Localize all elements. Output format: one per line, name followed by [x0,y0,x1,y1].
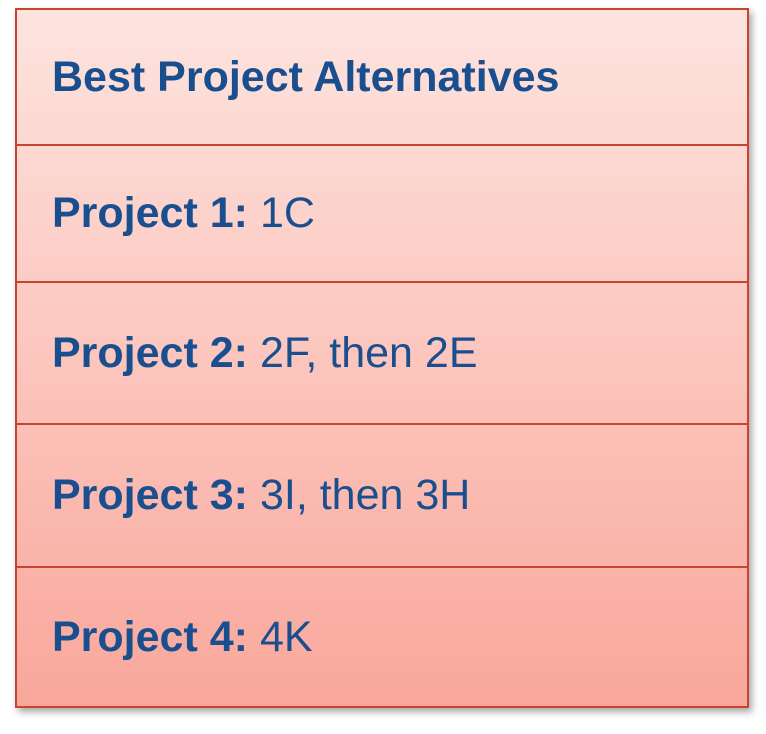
row-label: Project 3: [52,471,248,519]
row-value: 2F, then 2E [259,328,478,377]
table-header: Best Project Alternatives [52,52,560,101]
row-value: 3I, then 3H [259,471,471,519]
alternatives-table: Best Project Alternatives Project 1: 1C … [15,8,749,708]
table-row: Project 3: 3I, then 3H [17,423,747,566]
table-row: Project 4: 4K [17,566,747,706]
table-row: Project 2: 2F, then 2E [17,281,747,423]
row-label: Project 1: [52,189,248,237]
row-value: 4K [259,612,313,661]
row-label: Project 2: [52,328,248,377]
row-label: Project 4: [52,612,248,661]
table-row: Project 1: 1C [17,144,747,281]
table-header-row: Best Project Alternatives [17,10,747,144]
row-value: 1C [259,189,315,237]
